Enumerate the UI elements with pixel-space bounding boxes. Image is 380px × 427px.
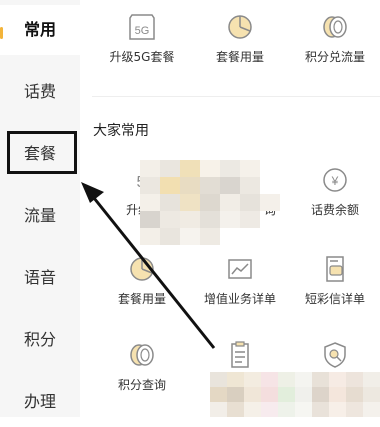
- annotation-arrow: [81, 182, 216, 349]
